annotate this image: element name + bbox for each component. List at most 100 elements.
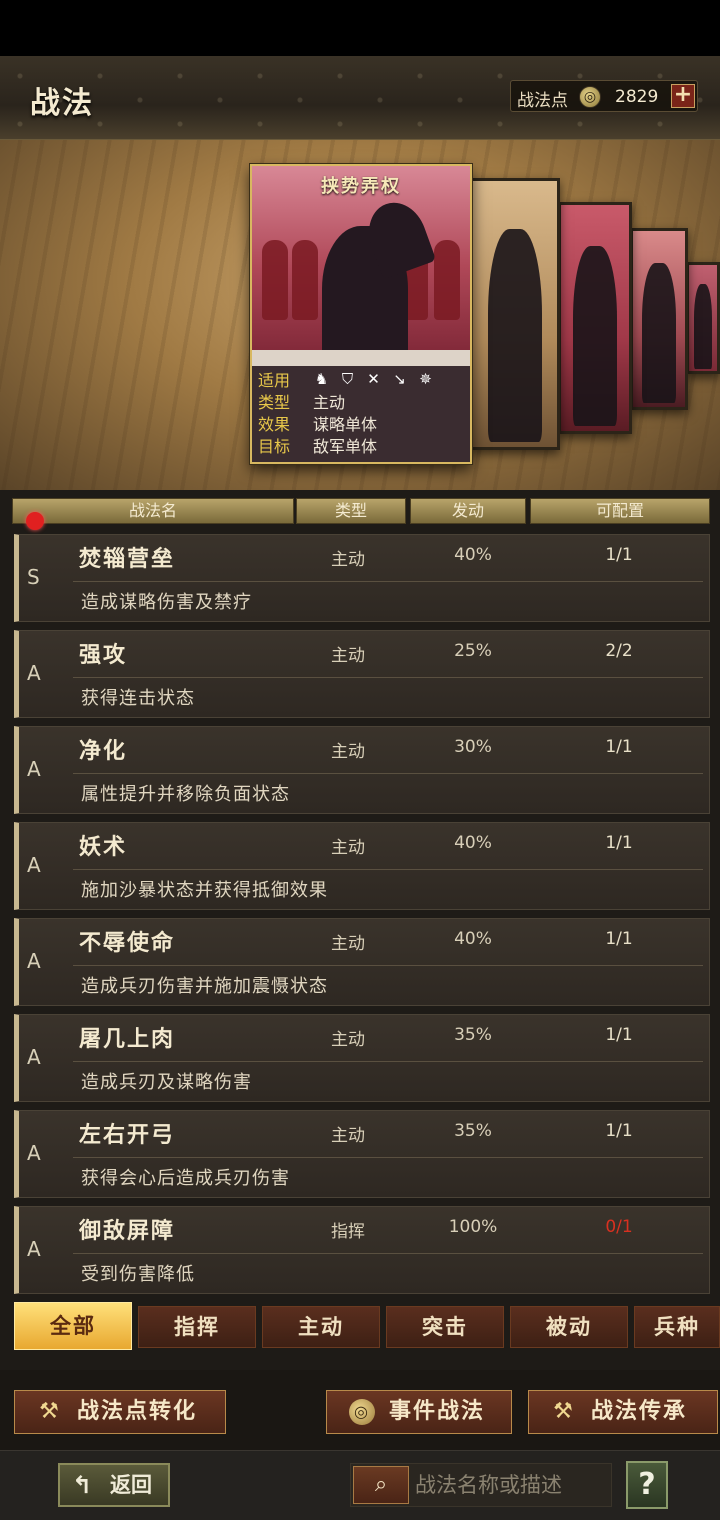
tactic-name: 不辱使命: [79, 931, 176, 956]
type-value: 主动: [313, 393, 346, 412]
hammer-icon: ⚒: [553, 1399, 575, 1424]
grade-badge: A: [27, 853, 41, 877]
tactic-description: 受到伤害降低: [81, 1264, 195, 1285]
cavalry-icon: ♞: [314, 369, 329, 388]
back-arrow-icon: ↰: [72, 1471, 93, 1499]
target-label: 目标: [258, 437, 291, 456]
card-carousel[interactable]: 挟势弄权 适用 ♞ ⛉ ✕ ↘ ✵ 类型 主动 效果 谋略单体 目标 敌军单体: [0, 140, 720, 490]
tactic-type: 主动: [331, 742, 365, 762]
tactic-quota: 1/1: [605, 1025, 633, 1045]
grade-badge: A: [27, 1141, 41, 1165]
grade-badge: A: [27, 1237, 41, 1261]
effect-value: 谋略单体: [313, 415, 378, 434]
tactic-name: 屠几上肉: [79, 1027, 176, 1052]
tactic-rate: 35%: [454, 1121, 492, 1141]
shield-icon: ⛉: [341, 369, 354, 388]
carousel-card[interactable]: [630, 228, 688, 410]
table-row[interactable]: A 不辱使命 主动 40% 1/1 造成兵刃伤害并施加震慑状态: [14, 918, 710, 1006]
convert-points-button[interactable]: ⚒ 战法点转化: [14, 1390, 226, 1434]
help-button[interactable]: ?: [626, 1461, 668, 1509]
search-input[interactable]: [415, 1464, 609, 1506]
tactic-description: 属性提升并移除负面状态: [81, 784, 290, 805]
search-icon[interactable]: ⌕: [353, 1466, 409, 1504]
tactic-rate: 100%: [448, 1217, 498, 1237]
tab-passive[interactable]: 被动: [510, 1306, 628, 1348]
tactic-points-display: 战法点 ◎ 2829 +: [510, 80, 698, 112]
points-value: 2829: [615, 87, 659, 107]
tab-command[interactable]: 指挥: [138, 1306, 256, 1348]
troops-label: 适用: [258, 371, 291, 390]
tactic-list: S 焚辎营垒 主动 40% 1/1 造成谋略伤害及禁疗 A 强攻 主动 25% …: [14, 534, 710, 1302]
carousel-card[interactable]: [470, 178, 560, 450]
page-title: 战法: [30, 86, 94, 121]
tactic-description: 造成兵刃及谋略伤害: [81, 1072, 252, 1093]
column-header-quota[interactable]: 可配置: [530, 498, 710, 524]
grade-badge: S: [27, 565, 40, 589]
tab-all[interactable]: 全部: [14, 1302, 132, 1350]
bow-icon: ✕: [367, 369, 380, 388]
tactic-quota: 1/1: [605, 833, 633, 853]
coin-icon: ◎: [349, 1399, 375, 1425]
tactic-rate: 35%: [454, 1025, 492, 1045]
chariot-icon: ✵: [419, 369, 432, 388]
tactic-type: 主动: [331, 1126, 365, 1146]
grade-badge: A: [27, 757, 41, 781]
column-header-rate[interactable]: 发动: [410, 498, 526, 524]
tactic-type: 主动: [331, 1030, 365, 1050]
tactic-rate: 25%: [454, 641, 492, 661]
tab-assault[interactable]: 突击: [386, 1306, 504, 1348]
table-row[interactable]: S 焚辎营垒 主动 40% 1/1 造成谋略伤害及禁疗: [14, 534, 710, 622]
table-row[interactable]: A 御敌屏障 指挥 100% 0/1 受到伤害降低: [14, 1206, 710, 1294]
spear-icon: ↘: [393, 369, 406, 388]
tactic-type: 主动: [331, 550, 365, 570]
table-row[interactable]: A 屠几上肉 主动 35% 1/1 造成兵刃及谋略伤害: [14, 1014, 710, 1102]
coin-icon: ◎: [579, 86, 601, 108]
tactic-quota: 1/1: [605, 929, 633, 949]
status-bar: [0, 0, 720, 56]
action-bar: ⚒ 战法点转化 ◎ 事件战法 ⚒ 战法传承: [0, 1370, 720, 1450]
tactic-name: 强攻: [79, 643, 128, 668]
tactic-name: 净化: [79, 739, 128, 764]
tab-active[interactable]: 主动: [262, 1306, 380, 1348]
event-tactics-label: 事件战法: [389, 1399, 486, 1424]
grade-badge: A: [27, 1045, 41, 1069]
tactic-quota: 1/1: [605, 545, 633, 565]
notification-dot: [26, 512, 44, 530]
table-row[interactable]: A 强攻 主动 25% 2/2 获得连击状态: [14, 630, 710, 718]
table-row[interactable]: A 左右开弓 主动 35% 1/1 获得会心后造成兵刃伤害: [14, 1110, 710, 1198]
tactic-quota: 2/2: [605, 641, 633, 661]
tactic-rate: 40%: [454, 545, 492, 565]
add-points-button[interactable]: +: [671, 84, 695, 108]
tactic-description: 造成谋略伤害及禁疗: [81, 592, 252, 613]
featured-tactic-card[interactable]: 挟势弄权 适用 ♞ ⛉ ✕ ↘ ✵ 类型 主动 效果 谋略单体 目标 敌军单体: [250, 164, 472, 464]
tab-troop-type[interactable]: 兵种: [634, 1306, 720, 1348]
table-row[interactable]: A 妖术 主动 40% 1/1 施加沙暴状态并获得抵御效果: [14, 822, 710, 910]
inherit-tactic-label: 战法传承: [591, 1399, 688, 1424]
table-row[interactable]: A 净化 主动 30% 1/1 属性提升并移除负面状态: [14, 726, 710, 814]
tactic-table: 战法名 类型 发动 可配置 S 焚辎营垒 主动 40% 1/1 造成谋略伤害及禁…: [0, 490, 720, 1370]
tactic-name: 妖术: [79, 835, 128, 860]
footer: ↰ 返回 ⌕ ?: [0, 1450, 720, 1520]
card-title: 挟势弄权: [321, 176, 401, 197]
column-header-type[interactable]: 类型: [296, 498, 406, 524]
troop-icons: ♞ ⛉ ✕ ↘ ✵: [313, 369, 434, 388]
tactic-rate: 30%: [454, 737, 492, 757]
tactic-description: 造成兵刃伤害并施加震慑状态: [81, 976, 328, 997]
inherit-tactic-button[interactable]: ⚒ 战法传承: [528, 1390, 718, 1434]
tactic-description: 施加沙暴状态并获得抵御效果: [81, 880, 328, 901]
carousel-card[interactable]: [686, 262, 720, 374]
points-label: 战法点: [517, 91, 568, 111]
tactic-type: 主动: [331, 646, 365, 666]
tactic-name: 御敌屏障: [79, 1219, 176, 1244]
grade-badge: A: [27, 949, 41, 973]
tactic-name: 焚辎营垒: [79, 547, 176, 572]
hammer-icon: ⚒: [39, 1399, 61, 1424]
carousel-card[interactable]: [558, 202, 632, 434]
back-button[interactable]: ↰ 返回: [58, 1463, 170, 1507]
tactic-type: 指挥: [331, 1222, 365, 1242]
tactic-rate: 40%: [454, 833, 492, 853]
event-tactics-button[interactable]: ◎ 事件战法: [326, 1390, 512, 1434]
grade-badge: A: [27, 661, 41, 685]
type-label: 类型: [258, 393, 291, 412]
column-header-name[interactable]: 战法名: [12, 498, 294, 524]
